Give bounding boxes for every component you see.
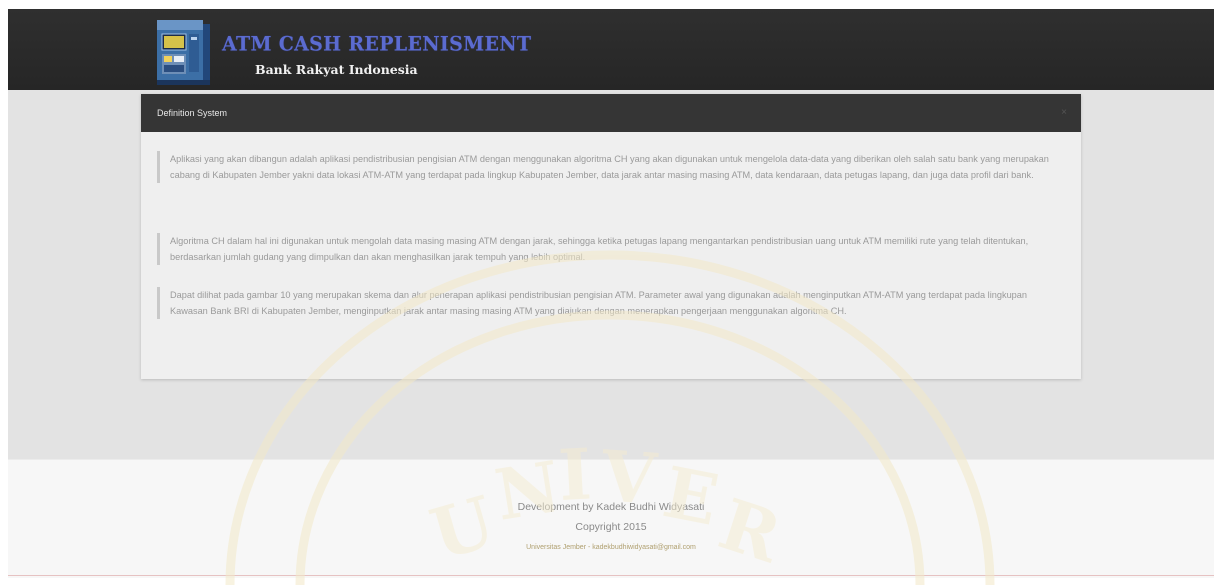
app-title: ATM CASH REPLENISMENT	[222, 32, 532, 56]
top-header: ATM CASH REPLENISMENT Bank Rakyat Indone…	[8, 9, 1214, 90]
footer-developer: Development by Kadek Budhi Widyasati	[517, 501, 705, 513]
panel-header: Definition System ×	[141, 94, 1081, 132]
paragraph-3: Dapat dilihat pada gambar 10 yang merupa…	[157, 287, 1064, 319]
bank-name: Bank Rakyat Indonesia	[255, 62, 418, 77]
content-area: Definition System × Aplikasi yang akan d…	[8, 90, 1214, 459]
footer-copyright: Copyright 2015	[575, 521, 647, 533]
paragraph-2: Algoritma CH dalam hal ini digunakan unt…	[157, 233, 1064, 265]
paragraph-1: Aplikasi yang akan dibangun adalah aplik…	[157, 151, 1064, 183]
bottom-divider	[8, 575, 1214, 576]
atm-machine-icon	[157, 20, 210, 85]
definition-panel: Definition System × Aplikasi yang akan d…	[141, 94, 1081, 379]
footer: Development by Kadek Budhi Widyasati Cop…	[8, 459, 1214, 578]
close-icon[interactable]: ×	[1061, 94, 1067, 132]
panel-title: Definition System	[157, 108, 228, 118]
footer-contact: Universitas Jember - kadekbudhiwidyasati…	[526, 544, 696, 551]
app-frame: ATM CASH REPLENISMENT Bank Rakyat Indone…	[8, 9, 1214, 578]
